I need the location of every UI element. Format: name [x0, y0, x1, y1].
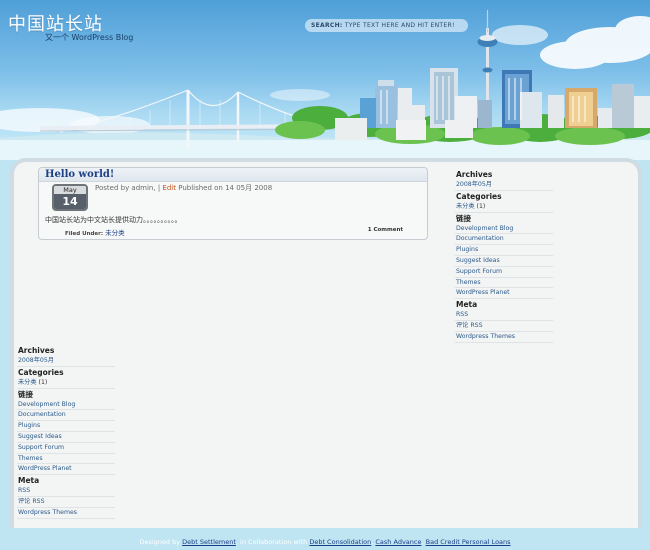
- sidebar-left: Archives 2008年05月 Categories 未分类 (1) 链接 …: [17, 345, 115, 519]
- post-meta: Posted by admin, | Edit Published on 14 …: [95, 183, 272, 193]
- meta-wordpress-themes-link[interactable]: Wordpress Themes: [455, 332, 553, 343]
- category-link[interactable]: 未分类: [105, 229, 125, 237]
- archive-link[interactable]: 2008年05月: [455, 180, 553, 191]
- meta-comments-rss-link[interactable]: 评论 RSS: [455, 321, 553, 332]
- categories-heading: Categories: [18, 367, 64, 377]
- link-themes[interactable]: Themes: [17, 454, 115, 465]
- footer-designed-by: Designed by: [139, 538, 181, 546]
- link-documentation[interactable]: Documentation: [17, 410, 115, 422]
- link-plugins[interactable]: Plugins: [455, 245, 553, 256]
- link-suggest-ideas[interactable]: Suggest Ideas: [455, 256, 553, 267]
- post-meta-author: Posted by admin, |: [95, 184, 161, 192]
- post-title-bar: Hello world!: [39, 168, 427, 182]
- links-heading: 链接: [456, 213, 471, 223]
- post-filed-under: Filed Under: 未分类: [65, 227, 125, 237]
- archives-heading: Archives: [456, 170, 493, 179]
- link-development-blog[interactable]: Development Blog: [455, 224, 553, 235]
- archives-heading: Archives: [18, 346, 55, 355]
- link-development-blog[interactable]: Development Blog: [17, 400, 115, 411]
- date-calendar-icon: May 14: [52, 184, 88, 211]
- category-link[interactable]: 未分类: [18, 379, 37, 386]
- category-count: (1): [38, 378, 48, 386]
- footer-link-cash-advance[interactable]: Cash Advance: [375, 538, 421, 546]
- post-body: 中国站长站为中文站长提供动力。。。。。。。。。。: [45, 216, 182, 224]
- footer-link-debt-consolidation[interactable]: Debt Consolidation: [309, 538, 371, 546]
- categories-heading: Categories: [456, 191, 502, 201]
- footer-collab-text: , in Collaboration with: [235, 538, 308, 546]
- meta-comments-rss-link[interactable]: 评论 RSS: [17, 497, 115, 508]
- search-label: Search:: [311, 22, 343, 29]
- link-wordpress-planet[interactable]: WordPress Planet: [17, 464, 115, 476]
- date-month: May: [54, 186, 86, 194]
- category-item[interactable]: 未分类 (1): [455, 202, 553, 213]
- comments-link[interactable]: 1 Comment: [368, 227, 403, 233]
- post-title-link[interactable]: Hello world!: [45, 169, 114, 180]
- footer-separator: ,: [421, 538, 424, 546]
- footer-credits: Designed by Debt Settlement, in Collabor…: [0, 538, 650, 546]
- link-themes[interactable]: Themes: [455, 278, 553, 289]
- link-support-forum[interactable]: Support Forum: [455, 267, 553, 278]
- footer-separator: ,: [371, 538, 374, 546]
- link-plugins[interactable]: Plugins: [17, 421, 115, 432]
- footer-link-debt-settlement[interactable]: Debt Settlement: [182, 538, 236, 546]
- category-count: (1): [476, 202, 486, 210]
- category-link[interactable]: 未分类: [456, 203, 475, 210]
- archive-link[interactable]: 2008年05月: [17, 356, 115, 367]
- links-heading: 链接: [18, 389, 33, 399]
- footer-link-bad-credit-loans[interactable]: Bad Credit Personal Loans: [426, 538, 511, 546]
- meta-rss-link[interactable]: RSS: [17, 486, 115, 497]
- sidebar-right: Archives 2008年05月 Categories 未分类 (1) 链接 …: [455, 169, 553, 343]
- search-input[interactable]: Search: Type text here and hit enter!: [305, 19, 468, 32]
- meta-heading: Meta: [456, 300, 478, 310]
- search-placeholder: Type text here and hit enter!: [344, 22, 455, 29]
- link-suggest-ideas[interactable]: Suggest Ideas: [17, 432, 115, 443]
- edit-link[interactable]: Edit: [162, 184, 176, 192]
- link-wordpress-planet[interactable]: WordPress Planet: [455, 288, 553, 300]
- category-item[interactable]: 未分类 (1): [17, 378, 115, 389]
- meta-heading: Meta: [18, 476, 40, 486]
- meta-rss-link[interactable]: RSS: [455, 310, 553, 321]
- link-documentation[interactable]: Documentation: [455, 234, 553, 246]
- date-day: 14: [54, 194, 86, 209]
- post-meta-date: Published on 14 05月 2008: [178, 184, 273, 192]
- site-tagline: 又一个 WordPress Blog: [45, 33, 134, 42]
- post-entry: Hello world! May 14 Posted by admin, | E…: [38, 167, 428, 240]
- meta-wordpress-themes-link[interactable]: Wordpress Themes: [17, 508, 115, 519]
- filed-under-label: Filed Under:: [65, 231, 104, 237]
- header-banner: 中国站长站 又一个 WordPress Blog Search: Type te…: [0, 0, 650, 160]
- link-support-forum[interactable]: Support Forum: [17, 443, 115, 454]
